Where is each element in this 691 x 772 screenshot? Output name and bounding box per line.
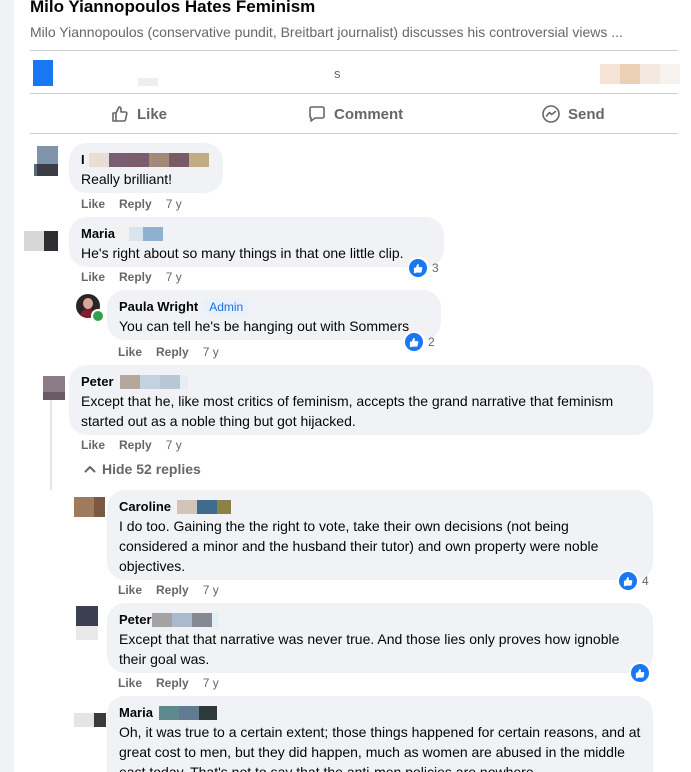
comment-bubble: Peter Except that he, like most critics … [69, 365, 653, 435]
messenger-icon [542, 105, 560, 123]
redacted-block [640, 64, 660, 84]
timestamp[interactable]: 7 y [166, 270, 182, 284]
timestamp[interactable]: 7 y [166, 438, 182, 452]
comment-meta: Like Reply 7 y [118, 583, 219, 597]
redacted-name [158, 706, 217, 720]
reaction-count-label: 3 [432, 261, 439, 275]
redacted-name [114, 227, 163, 241]
comment-text: Really brilliant! [81, 171, 173, 187]
chevron-up-icon [84, 466, 96, 473]
reaction-count-label: 4 [642, 574, 649, 588]
comment-bubble: Maria He's right about so many things in… [69, 217, 444, 267]
thread-line [50, 398, 52, 490]
comment-author[interactable]: Maria [81, 225, 432, 243]
reply-link[interactable]: Reply [156, 676, 189, 690]
comment-action-label: Comment [334, 105, 404, 123]
comment-bubble: Peter Except that that narrative was nev… [107, 603, 653, 673]
like-reaction-icon [617, 570, 639, 592]
reply-link[interactable]: Reply [119, 197, 152, 211]
like-link[interactable]: Like [81, 270, 105, 284]
divider [30, 93, 678, 94]
post-card: Milo Yiannopoulos Hates Feminism Milo Yi… [14, 0, 691, 772]
divider [30, 133, 678, 134]
like-action-button[interactable]: Like [110, 101, 167, 127]
reply-link[interactable]: Reply [119, 270, 152, 284]
like-action-label: Like [137, 105, 168, 123]
hide-replies-button[interactable]: Hide 52 replies [84, 461, 201, 477]
thumbs-up-icon [112, 106, 128, 122]
comment-author[interactable]: Peter [119, 611, 641, 629]
avatar[interactable] [34, 146, 58, 176]
comment-text: Oh, it was true to a certain extent; tho… [119, 724, 641, 772]
reaction-count[interactable]: 2 [403, 331, 435, 353]
comment-author[interactable]: Caroline [119, 498, 641, 516]
comment-text: Except that that narrative was never tru… [119, 631, 620, 667]
send-action-button[interactable]: Send [541, 101, 605, 127]
redacted-block [620, 64, 640, 84]
reply-link[interactable]: Reply [156, 583, 189, 597]
comment-bubble: Maria Oh, it was true to a certain exten… [107, 696, 653, 772]
reply-link[interactable]: Reply [119, 438, 152, 452]
reaction-summary-text: s [334, 66, 341, 81]
avatar[interactable] [43, 376, 65, 400]
comment-action-button[interactable]: Comment [307, 101, 403, 127]
reaction-count[interactable]: 4 [617, 570, 649, 592]
comment-bubble: Caroline I do too. Gaining the the right… [107, 490, 653, 580]
comment-author[interactable]: Peter [81, 373, 641, 391]
like-reaction-icon [407, 257, 429, 279]
comment-meta: Like Reply 7 y [118, 345, 219, 359]
comment-author[interactable]: Maria [119, 704, 641, 722]
comment-author[interactable]: I [81, 151, 211, 169]
reaction-count[interactable] [629, 662, 651, 684]
comment-bubble: I Really brilliant! [69, 143, 223, 193]
reaction-redacted-block [33, 60, 53, 86]
post-description: Milo Yiannopoulos (conservative pundit, … [30, 24, 623, 40]
redacted-name [119, 375, 188, 389]
redacted-block [138, 78, 158, 86]
post-title[interactable]: Milo Yiannopoulos Hates Feminism [30, 0, 315, 17]
comment-meta: Like Reply 7 y [118, 676, 219, 690]
reply-link[interactable]: Reply [156, 345, 189, 359]
like-link[interactable]: Like [118, 345, 142, 359]
avatar[interactable] [74, 713, 106, 727]
avatar[interactable] [76, 606, 98, 640]
like-reaction-icon [403, 331, 425, 353]
like-reaction-icon [629, 662, 651, 684]
redacted-name [151, 613, 218, 627]
comment-text: He's right about so many things in that … [81, 245, 404, 261]
comment-icon [309, 106, 325, 122]
redacted-name [88, 153, 209, 167]
timestamp[interactable]: 7 y [203, 583, 219, 597]
timestamp[interactable]: 7 y [203, 676, 219, 690]
reaction-count[interactable]: 3 [407, 257, 439, 279]
comment-text: I do too. Gaining the the right to vote,… [119, 518, 599, 574]
comment-meta: Like Reply 7 y [81, 270, 182, 284]
reaction-count-label: 2 [428, 335, 435, 349]
like-link[interactable]: Like [81, 438, 105, 452]
comment-author[interactable]: Paula Wright Admin [119, 298, 429, 316]
redacted-block [600, 64, 620, 84]
timestamp[interactable]: 7 y [166, 197, 182, 211]
online-status-indicator [91, 309, 105, 323]
redacted-name [177, 500, 232, 514]
timestamp[interactable]: 7 y [203, 345, 219, 359]
hide-replies-label: Hide 52 replies [102, 461, 201, 477]
comment-text: Except that he, like most critics of fem… [81, 393, 614, 429]
comment-bubble: Paula Wright Admin You can tell he's be … [107, 290, 441, 340]
like-link[interactable]: Like [81, 197, 105, 211]
comment-meta: Like Reply 7 y [81, 197, 182, 211]
admin-badge: Admin [204, 299, 249, 315]
comment-meta: Like Reply 7 y [81, 438, 182, 452]
avatar[interactable] [24, 231, 58, 251]
divider [30, 50, 678, 51]
send-action-label: Send [568, 105, 605, 123]
avatar[interactable] [74, 497, 105, 517]
redacted-block [660, 64, 680, 84]
like-link[interactable]: Like [118, 676, 142, 690]
like-link[interactable]: Like [118, 583, 142, 597]
comment-text: You can tell he's be hanging out with So… [119, 318, 410, 334]
